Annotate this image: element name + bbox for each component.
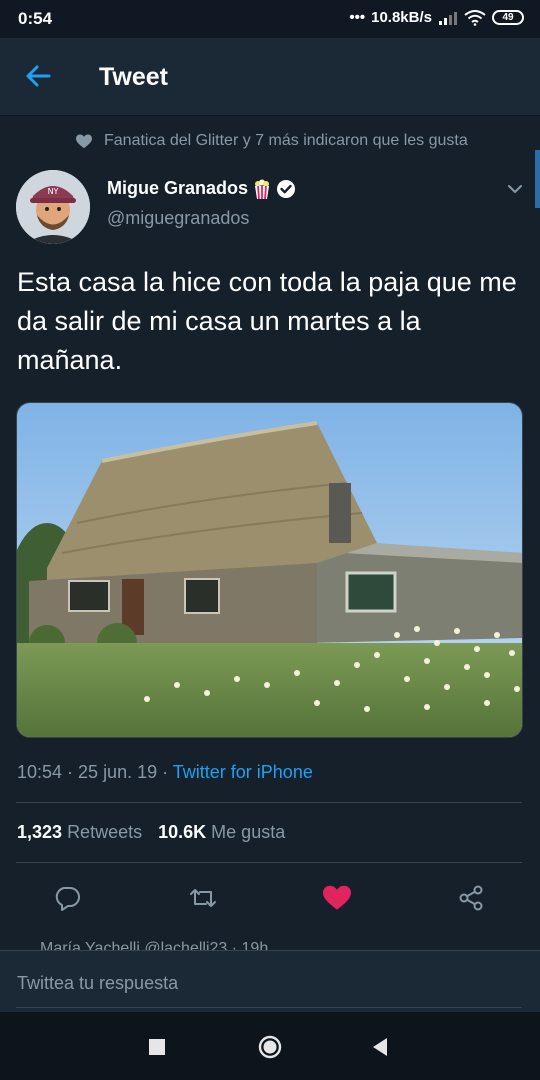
status-icons: ••• 10.8kB/s 49 [349, 9, 524, 26]
page-title: Tweet [99, 63, 168, 91]
tweet-author[interactable]: Migue Granados @miguegranados [107, 178, 296, 229]
likes-label: Me gusta [211, 822, 286, 842]
signal-icon [439, 11, 457, 25]
social-context-text: Fanatica del Glitter y 7 más indicaron q… [104, 132, 468, 149]
verified-icon [277, 179, 296, 198]
wifi-icon [464, 9, 486, 26]
retweet-button[interactable] [183, 878, 223, 918]
back-nav-icon[interactable] [367, 1034, 393, 1060]
likes-stat[interactable]: 10.6K Me gusta [158, 822, 285, 843]
share-button[interactable] [451, 878, 491, 918]
system-nav-bar [0, 1012, 540, 1080]
home-icon[interactable] [257, 1034, 283, 1060]
reply-button[interactable] [47, 878, 87, 918]
chevron-down-icon[interactable] [506, 180, 524, 198]
retweets-count: 1,323 [17, 822, 63, 842]
heart-icon [76, 134, 92, 148]
divider [16, 802, 522, 803]
svg-text:NY: NY [48, 187, 59, 196]
status-time: 0:54 [18, 9, 53, 28]
recents-icon[interactable] [144, 1034, 170, 1060]
like-icon [323, 885, 351, 910]
share-icon [459, 885, 483, 911]
divider [16, 862, 522, 863]
reply-icon [55, 887, 80, 911]
tweet-actions [0, 878, 540, 918]
tweet-meta: 10:54 · 25 jun. 19 · Twitter for iPhone [17, 762, 313, 783]
social-context[interactable]: Fanatica del Glitter y 7 más indicaron q… [76, 132, 468, 150]
tweet-source-link[interactable]: Twitter for iPhone [173, 762, 313, 782]
app-bar: Tweet [0, 38, 540, 116]
tweet-text: Esta casa la hice con toda la paja que m… [17, 267, 517, 375]
author-handle: @miguegranados [107, 208, 250, 228]
tweet-stats: 1,323 Retweets 10.6K Me gusta [17, 822, 285, 843]
retweets-stat[interactable]: 1,323 Retweets [17, 822, 142, 843]
avatar[interactable]: NY [16, 170, 90, 244]
dots-icon: ••• [349, 9, 366, 26]
like-button[interactable] [317, 878, 357, 918]
back-arrow-icon[interactable] [24, 62, 52, 90]
net-speed: 10.8kB/s [371, 9, 432, 26]
likes-count: 10.6K [158, 822, 207, 842]
battery-icon: 49 [492, 10, 524, 25]
tweet-timestamp: 10:54 · 25 jun. 19 · [17, 762, 173, 782]
tweet-image[interactable] [16, 402, 523, 738]
retweets-label: Retweets [67, 822, 143, 842]
retweet-icon [190, 889, 216, 907]
reply-input[interactable]: Twittea tu respuesta [17, 973, 178, 994]
status-bar: 0:54 ••• 10.8kB/s 49 [0, 0, 540, 38]
reply-bar: Twittea tu respuesta [0, 950, 540, 1012]
scrollbar-thumb[interactable] [535, 150, 540, 208]
popcorn-icon [255, 179, 270, 199]
author-name: Migue Granados [107, 178, 249, 198]
reply-input-underline [16, 1007, 522, 1008]
